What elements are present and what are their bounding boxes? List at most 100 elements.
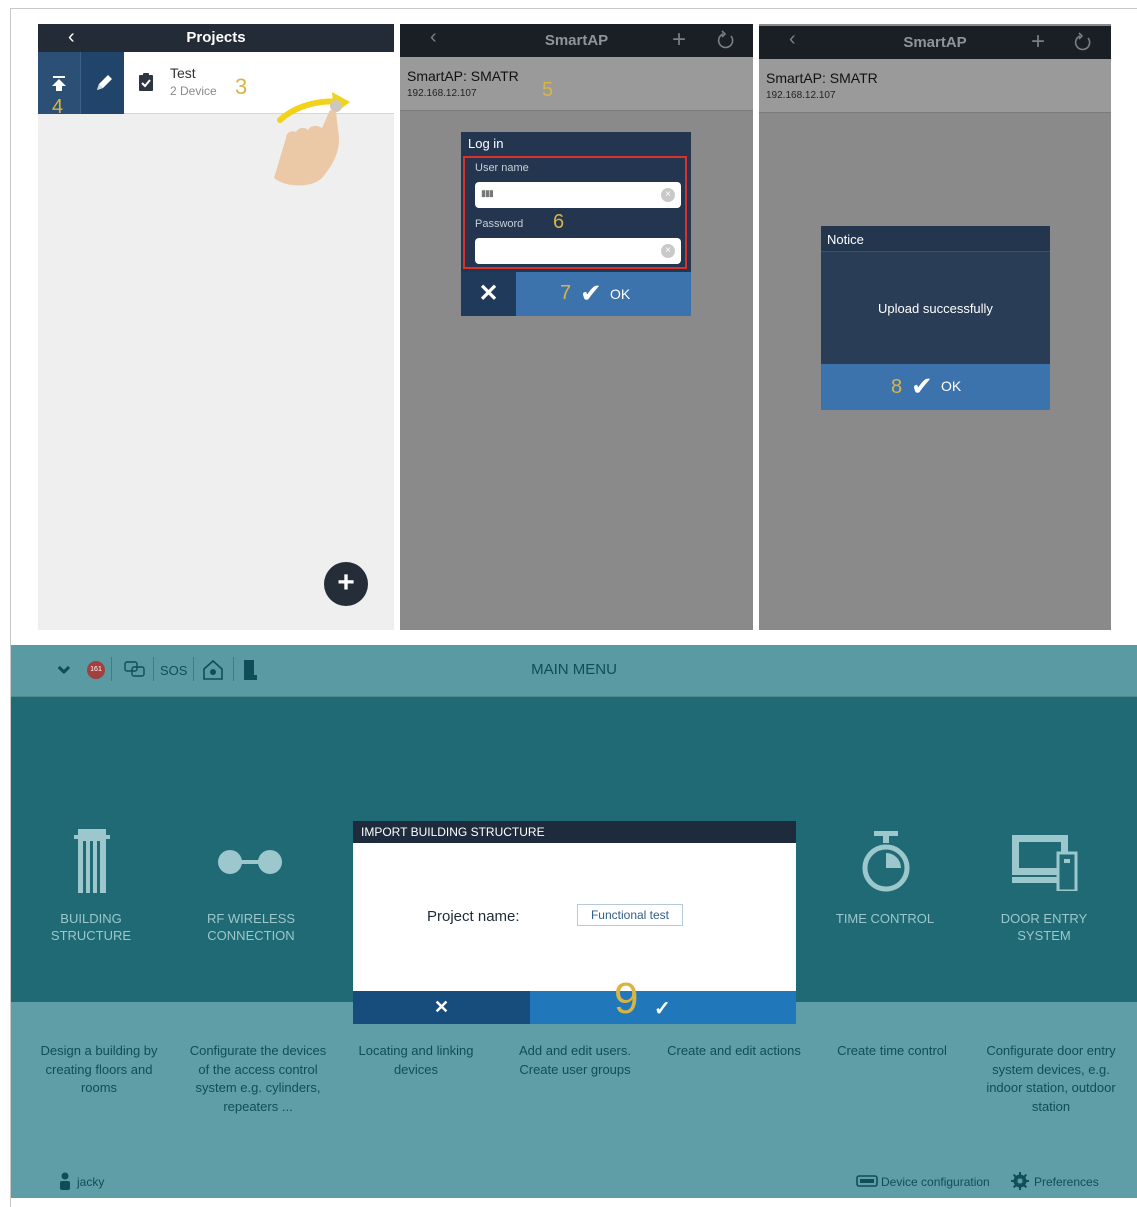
tile-description: Locating and linking devices [349, 1042, 483, 1079]
smartap-login-screen: ‹ SmartAP + SmartAP: SMATR 192.168.12.10… [400, 24, 753, 630]
callout-8: 8 [891, 376, 903, 398]
stopwatch-icon[interactable] [861, 831, 911, 893]
clear-icon[interactable]: × [661, 244, 675, 258]
ok-button[interactable]: 7 ✔ OK [516, 272, 691, 316]
gear-icon [1011, 1172, 1029, 1190]
username-field[interactable]: ▮▮▮ × [475, 182, 681, 208]
desc-line: Create and edit actions [667, 1043, 801, 1058]
upload-button[interactable]: 4 [38, 52, 80, 118]
desc-line: devices [393, 1061, 439, 1077]
tile-description: Create and edit actions [659, 1042, 809, 1061]
page-title: SmartAP [903, 34, 967, 51]
device-row[interactable]: SmartAP: SMATR 192.168.12.107 5 [400, 57, 753, 111]
login-dialog: Log in User name ▮▮▮ × Password 6 × ✕ 7 … [461, 132, 691, 316]
page-title: SmartAP [544, 32, 609, 49]
door-entry-icon[interactable] [1012, 835, 1078, 891]
page-title: MAIN MENU [531, 661, 617, 678]
desc-line: system devices, e.g. [992, 1061, 1110, 1077]
ok-label: OK [610, 286, 631, 302]
tile-description: Configurate the devices of the access co… [183, 1042, 333, 1116]
tile-description: Add and edit users. Create user groups [505, 1042, 645, 1079]
desc-line: Configurate door entry [986, 1043, 1116, 1058]
desc-line: Configurate the devices [189, 1043, 327, 1058]
tile-rf-wireless-label[interactable]: RF WIRELESS CONNECTION [186, 910, 316, 944]
refresh-icon[interactable] [716, 30, 736, 50]
ok-button[interactable]: 8 ✔ OK [821, 364, 1050, 410]
edit-button[interactable] [80, 52, 124, 114]
tile-rf-wireless-line-2: CONNECTION [207, 928, 295, 943]
callout-9: 9 [614, 974, 639, 1023]
nav-bar: ‹ SmartAP + [759, 26, 1111, 59]
clear-icon[interactable]: × [661, 188, 675, 202]
smartap-upload-screen: ‹ SmartAP + SmartAP: SMATR 192.168.12.10… [759, 24, 1111, 630]
rf-connection-icon[interactable] [217, 849, 283, 875]
import-building-dialog: IMPORT BUILDING STRUCTURE Project name: … [353, 821, 796, 1024]
tile-description: Configurate door entry system devices, e… [977, 1042, 1125, 1116]
device-ip: 192.168.12.107 [766, 90, 836, 101]
page-title: Projects [186, 29, 246, 46]
desc-line: indoor station, outdoor [986, 1080, 1116, 1095]
confirm-button[interactable]: 9 ✓ [530, 977, 796, 1024]
clipboard-icon [139, 73, 153, 91]
dialog-title: Log in [468, 136, 504, 151]
device-title: SmartAP: SMATR [766, 70, 878, 86]
device-row[interactable]: SmartAP: SMATR 192.168.12.107 [759, 59, 1111, 113]
preferences-link[interactable]: Preferences [1034, 1175, 1099, 1189]
top-toolbar: ⌄ 161 SOS MAIN MENU [11, 645, 1137, 697]
device-title: SmartAP: SMATR [407, 68, 519, 84]
swipe-gesture-illustration [274, 92, 350, 186]
desc-line: Locating and linking [358, 1043, 474, 1058]
project-device-count: 2 Device [170, 84, 217, 98]
footer: jacky Device configuration Preferences [11, 1163, 1137, 1198]
main-menu-screen: ⌄ 161 SOS MAIN MENU BUILDING STRUCTURE R… [11, 645, 1137, 1198]
desc-line: creating floors and [45, 1061, 153, 1077]
credentials-highlight: User name ▮▮▮ × Password 6 × [463, 156, 687, 269]
pencil-icon [97, 75, 112, 90]
callout-7: 7 [560, 282, 572, 304]
tile-building-structure-label[interactable]: BUILDING STRUCTURE [21, 910, 161, 944]
device-configuration-icon [856, 1175, 878, 1187]
check-icon: ✔ [911, 371, 933, 401]
callout-5: 5 [542, 79, 554, 101]
tile-door-entry-label[interactable]: DOOR ENTRY SYSTEM [973, 910, 1115, 944]
callout-6: 6 [553, 211, 565, 233]
refresh-icon[interactable] [1073, 32, 1093, 52]
ok-label: OK [941, 378, 962, 394]
desc-line: Add and edit users. [518, 1043, 632, 1058]
desc-line: Create time control [837, 1043, 947, 1058]
notice-dialog: Notice Upload successfully 8 ✔ OK [821, 226, 1050, 410]
building-icon[interactable] [74, 829, 110, 893]
tile-time-control-label[interactable]: TIME CONTROL [826, 910, 944, 927]
dialog-title: IMPORT BUILDING STRUCTURE [361, 825, 545, 839]
add-button[interactable]: + [672, 24, 686, 55]
desc-line: of the access control [198, 1061, 318, 1077]
dialog-header: IMPORT BUILDING STRUCTURE [353, 821, 796, 843]
user-icon [60, 1172, 70, 1190]
callout-3: 3 [235, 74, 248, 99]
dialog-header: Notice [821, 226, 1050, 252]
nav-bar: ‹ Projects [38, 24, 394, 52]
dialog-body: Project name: Functional test [353, 843, 796, 991]
callout-4: 4 [52, 96, 64, 118]
desc-line: station [1031, 1098, 1071, 1114]
project-name-field[interactable]: Functional test [577, 904, 683, 926]
desc-line: rooms [80, 1080, 118, 1095]
project-name: Test [170, 65, 196, 81]
user-name[interactable]: jacky [77, 1175, 104, 1189]
add-button[interactable]: + [1031, 26, 1045, 57]
cancel-button[interactable]: ✕ [461, 272, 516, 316]
cancel-button[interactable]: ✕ [353, 991, 530, 1024]
device-configuration-link[interactable]: Device configuration [881, 1175, 990, 1189]
project-name-label: Project name: [427, 908, 520, 925]
desc-line: Create user groups [519, 1061, 631, 1077]
password-field[interactable]: × [475, 238, 681, 264]
notice-message: Upload successfully [878, 301, 993, 316]
tile-description: Create time control [825, 1042, 959, 1061]
add-project-button[interactable]: + [324, 562, 368, 606]
tile-rf-wireless-line-1: RF WIRELESS [206, 911, 296, 926]
dialog-title: Notice [827, 232, 864, 247]
nav-bar: ‹ SmartAP + [400, 24, 753, 57]
frame-top [10, 8, 1137, 9]
desc-line: repeaters ... [223, 1098, 293, 1114]
projects-screen: ‹ Projects 4 Test 2 Device 3 + [38, 24, 394, 630]
